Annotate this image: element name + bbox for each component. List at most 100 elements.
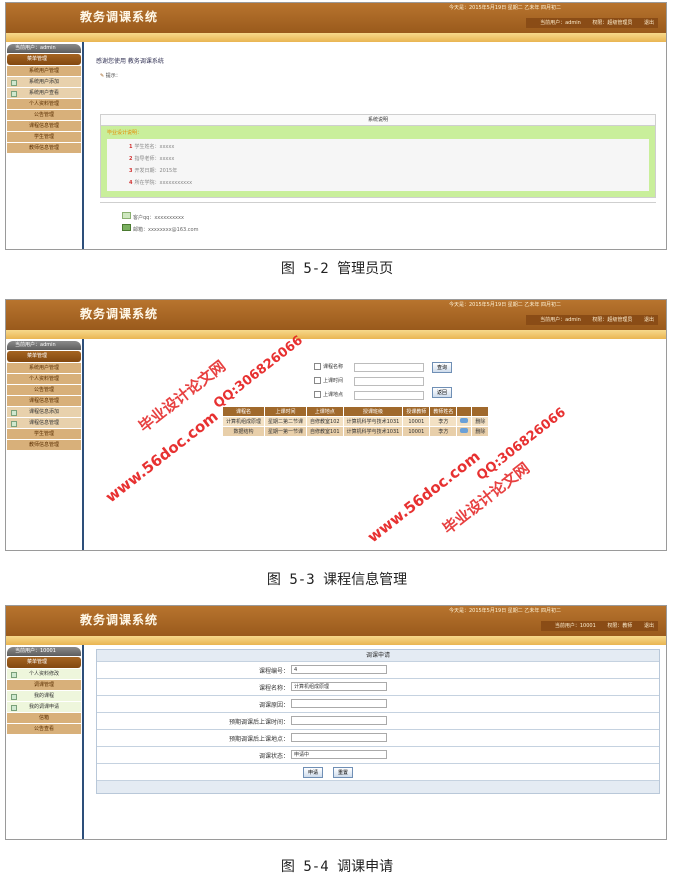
caption-5-3: 图 5-3 课程信息管理 xyxy=(266,572,408,588)
course-name-input[interactable] xyxy=(354,363,424,372)
user-role: 权限：超级管理员 xyxy=(592,20,633,26)
table-row: 计算机组成原理 星期二第二节课 自修教室102 计算机科学与技术1031 100… xyxy=(221,416,490,427)
label-text: 上课时间 xyxy=(323,378,344,384)
qq-text: 客户qq：xxxxxxxxxx xyxy=(133,215,184,221)
column-header: 课程名 xyxy=(221,406,266,417)
form-row: 预期调课后上课时间： xyxy=(97,712,659,729)
place-input[interactable] xyxy=(354,391,424,400)
search-label-place[interactable]: 上课地点 xyxy=(314,391,343,398)
sidebar-item[interactable]: 公告查看 xyxy=(7,724,81,734)
sidebar-item[interactable]: 系统用户查看 xyxy=(7,88,81,98)
course-id-input[interactable]: 4 xyxy=(291,665,387,674)
course-name-input[interactable]: 计算机组成原理 xyxy=(291,682,387,691)
header-strip xyxy=(6,330,666,339)
form-row: 调课状态： 申请中 xyxy=(97,746,659,763)
column-header xyxy=(456,406,473,417)
query-button[interactable]: 查询 xyxy=(432,362,453,373)
table-cell: 计算机科学与技术1031 xyxy=(342,416,404,427)
sidebar-item[interactable]: 公告管理 xyxy=(7,110,81,120)
reset-button[interactable]: 重置 xyxy=(333,767,354,778)
caption-5-4: 图 5-4 调课申请 xyxy=(280,859,394,875)
sidebar-item[interactable]: 调课管理 xyxy=(7,680,81,690)
back-button[interactable]: 返回 xyxy=(432,387,453,398)
form-row: 预期调课后上课地点： xyxy=(97,729,659,746)
column-header: 教师姓名 xyxy=(429,406,458,417)
sidebar-item[interactable]: 课程信息管理 xyxy=(7,418,81,428)
table-cell: 计算机科学与技术1031 xyxy=(342,426,404,437)
tip-label: 提示： xyxy=(105,73,121,79)
new-time-input[interactable] xyxy=(291,716,387,725)
checkbox-icon xyxy=(314,377,321,384)
reason-input[interactable] xyxy=(291,699,387,708)
sidebar-section-menu[interactable]: 菜单管理 xyxy=(7,351,81,362)
contact-email: 邮箱：xxxxxxxx@163.com xyxy=(122,224,198,233)
main-content: 感谢您使用 教务调课系统 ✎ 提示： 系统说明 毕业设计说明： 1 学生姓名：xx… xyxy=(92,42,664,249)
email-text: 邮箱：xxxxxxxx@163.com xyxy=(133,227,199,233)
time-input[interactable] xyxy=(354,377,424,386)
logout-link[interactable]: 退出 xyxy=(644,20,654,26)
sidebar-item[interactable]: 学生管理 xyxy=(7,132,81,142)
table-cell: 李方 xyxy=(429,426,458,437)
design-item-num: 1 xyxy=(129,144,133,150)
search-label-time[interactable]: 上课时间 xyxy=(314,377,343,384)
sidebar-item[interactable]: 系统用户管理 xyxy=(7,363,81,373)
field-label: 调课状态： xyxy=(258,753,289,760)
label-text: 上课地点 xyxy=(323,392,344,398)
edit-icon[interactable] xyxy=(456,426,473,437)
app-header: 教务调课系统 今天是：2015年5月19日 星期二 乙未年 四月初二 当前用户：… xyxy=(6,300,666,330)
table-cell: 10001 xyxy=(402,426,431,437)
sidebar: 当前用户：10001 菜单管理 个人资料修改 调课管理 我的课程 我的调课申请 … xyxy=(6,645,84,839)
sidebar-section-menu[interactable]: 菜单管理 xyxy=(7,54,81,65)
submit-button[interactable]: 申请 xyxy=(303,767,324,778)
design-item-num: 4 xyxy=(129,180,133,186)
sidebar-item[interactable]: 课程信息管理 xyxy=(7,396,81,406)
logout-link[interactable]: 退出 xyxy=(644,317,654,323)
sidebar-section-menu[interactable]: 菜单管理 xyxy=(7,657,81,668)
table-row: 数据结构 星期一第一节课 自修教室101 计算机科学与技术1031 10001 … xyxy=(221,426,490,437)
sidebar-item[interactable]: 个人资料管理 xyxy=(7,99,81,109)
design-list: 1 学生姓名：xxxxx 2 指导老师：xxxxx 3 开发日期：2015年 4 所在学… xyxy=(107,139,649,191)
qq-icon xyxy=(122,212,131,219)
column-header: 上课时间 xyxy=(264,406,308,417)
sidebar-item[interactable]: 公告管理 xyxy=(7,385,81,395)
design-item-text: 所在学院：xxxxxxxxxxx xyxy=(134,180,193,186)
field-label: 预期调课后上课地点： xyxy=(228,736,289,743)
sidebar-item[interactable]: 教师信息管理 xyxy=(7,143,81,153)
sidebar-item[interactable]: 个人资料管理 xyxy=(7,374,81,384)
sidebar-item[interactable]: 课程信息管理 xyxy=(7,121,81,131)
sidebar: 当前用户：admin 菜单管理 系统用户管理 系统用户添加 系统用户查看 个人资… xyxy=(6,42,84,249)
sidebar-item[interactable]: 我的调课申请 xyxy=(7,702,81,712)
delete-link[interactable]: 删除 xyxy=(471,416,490,427)
new-place-input[interactable] xyxy=(291,733,387,742)
design-item: 3 开发日期：2015年 xyxy=(107,165,649,177)
sidebar-item[interactable]: 系统用户管理 xyxy=(7,66,81,76)
edit-icon[interactable] xyxy=(456,416,473,427)
design-item-num: 3 xyxy=(129,168,133,174)
sidebar-item[interactable]: 我的课程 xyxy=(7,691,81,701)
user-bar: 当前用户：admin 权限：超级管理员 退出 xyxy=(526,315,658,325)
sidebar-item[interactable]: 课程信息添加 xyxy=(7,407,81,417)
delete-link[interactable]: 删除 xyxy=(471,426,490,437)
edit-icon xyxy=(460,428,469,433)
tip-icon: ✎ xyxy=(100,73,105,79)
welcome-text: 感谢您使用 教务调课系统 xyxy=(96,58,164,65)
sidebar-item[interactable]: 学生管理 xyxy=(7,429,81,439)
header-strip xyxy=(6,33,666,42)
sidebar: 当前用户：admin 菜单管理 系统用户管理 个人资料管理 公告管理 课程信息管… xyxy=(6,339,84,550)
sidebar-item[interactable]: 系统用户添加 xyxy=(7,77,81,87)
sidebar-item[interactable]: 信箱 xyxy=(7,713,81,723)
contact-qq: 客户qq：xxxxxxxxxx xyxy=(122,212,184,221)
date-display: 今天是：2015年5月19日 星期二 乙未年 四月初二 xyxy=(448,5,561,11)
email-icon xyxy=(122,224,131,231)
sidebar-item[interactable]: 教师信息管理 xyxy=(7,440,81,450)
current-user: 当前用户：10001 xyxy=(554,623,596,629)
status-input[interactable]: 申请中 xyxy=(291,750,387,759)
column-header xyxy=(471,406,490,417)
search-label-course-name[interactable]: 课程名称 xyxy=(314,363,343,370)
table-cell: 10001 xyxy=(402,416,431,427)
sidebar-user: 当前用户：admin xyxy=(7,341,81,350)
user-role: 权限：超级管理员 xyxy=(592,317,633,323)
sidebar-item[interactable]: 个人资料修改 xyxy=(7,669,81,679)
logout-link[interactable]: 退出 xyxy=(644,623,654,629)
system-info-box: 系统说明 毕业设计说明： 1 学生姓名：xxxxx 2 指导老师：xxxxx 3 开发… xyxy=(100,114,656,198)
